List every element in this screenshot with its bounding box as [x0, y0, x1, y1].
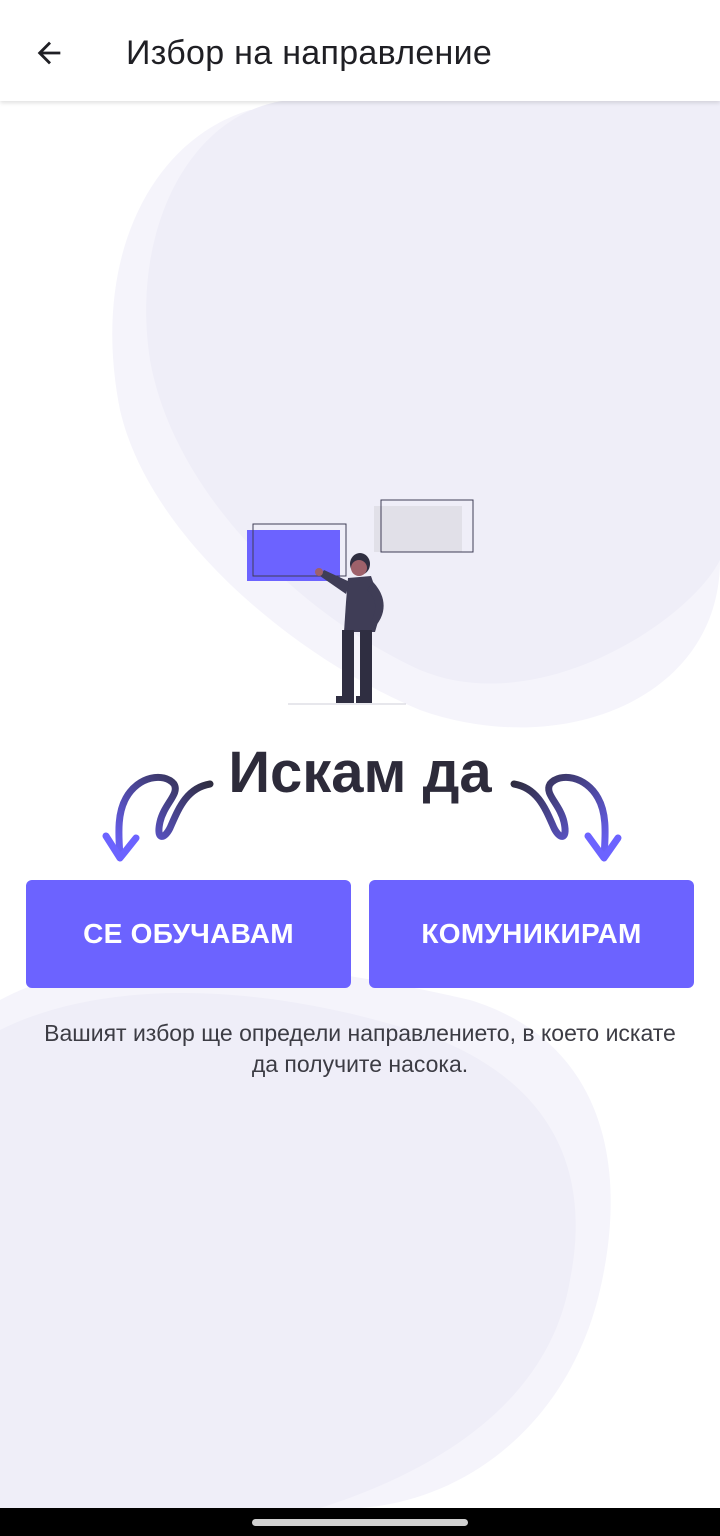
arrow-left-icon	[37, 41, 61, 65]
page-title: Избор на направление	[126, 34, 493, 72]
app-bar: Избор на направление	[0, 0, 720, 101]
back-button[interactable]	[22, 26, 76, 80]
caption-text: Вашият избор ще определи направлението, …	[44, 1020, 676, 1077]
person-presenting-illustration	[247, 499, 474, 705]
system-nav-bar	[0, 1508, 720, 1536]
curly-arrow-right-icon	[510, 773, 622, 862]
home-gesture-handle[interactable]	[252, 1519, 468, 1526]
curly-arrow-left-icon	[102, 773, 214, 862]
communicate-button[interactable]: КОМУНИКИРАМ	[369, 880, 694, 988]
learn-button[interactable]: СЕ ОБУЧАВАМ	[26, 880, 351, 988]
